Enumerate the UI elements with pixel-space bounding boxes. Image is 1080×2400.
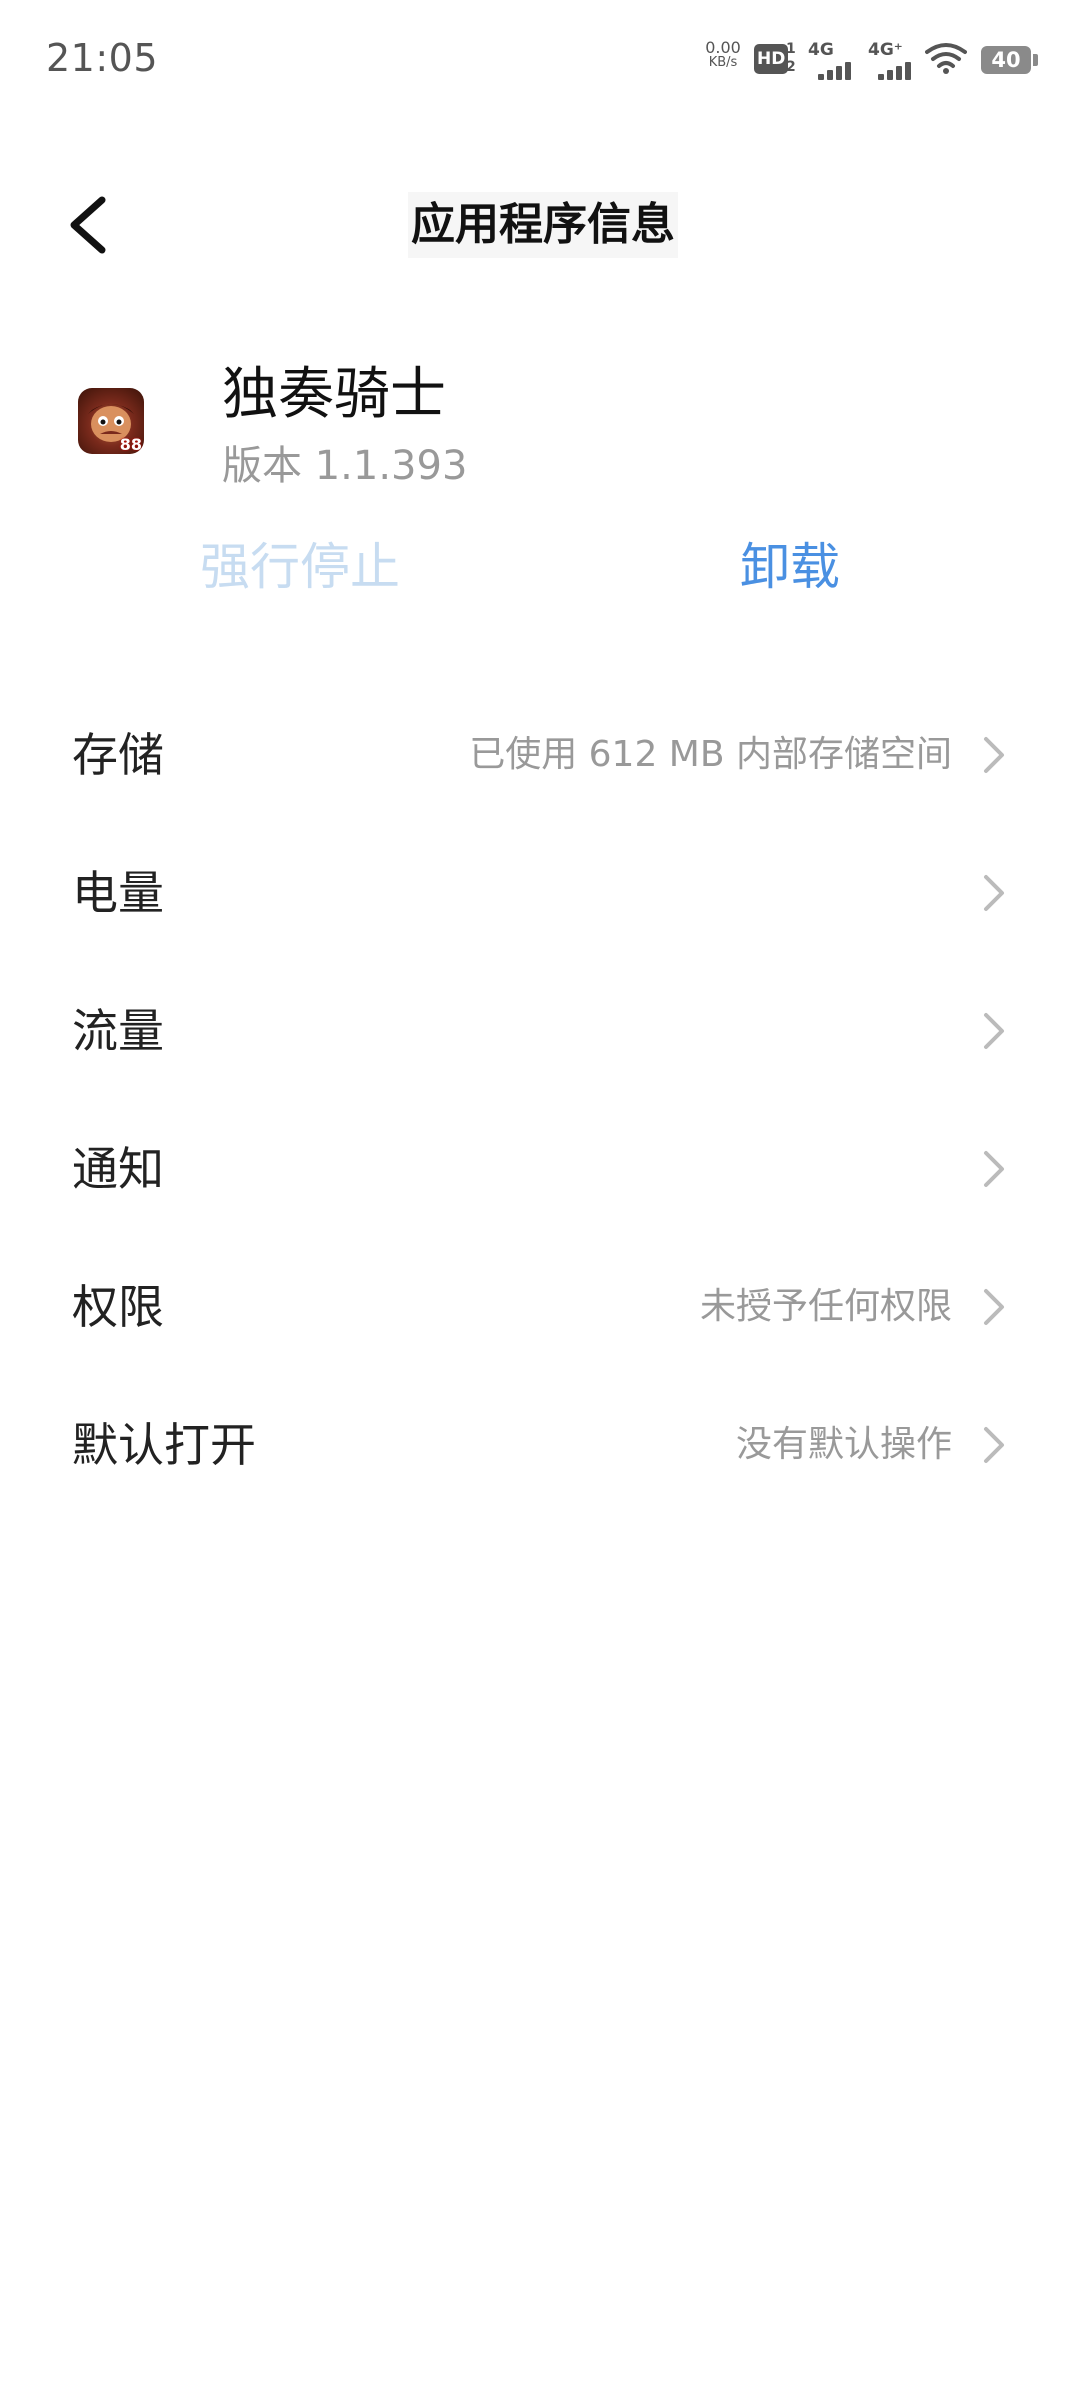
chevron-right-icon [984, 1013, 1004, 1049]
settings-item-value: 已使用 612 MB 内部存储空间 [469, 734, 952, 775]
settings-item-label: 权限 [72, 1280, 164, 1334]
settings-item-open-by-default[interactable]: 默认打开 没有默认操作 [0, 1376, 1080, 1514]
network-speed-value: 0.00 [705, 38, 741, 57]
back-chevron-icon[interactable] [60, 190, 120, 260]
chevron-right-icon [984, 1289, 1004, 1325]
hd-icon: HD [754, 44, 789, 74]
sim2-label: 4G⁺ [868, 40, 903, 60]
settings-item-label: 流量 [72, 1004, 164, 1058]
settings-item-permissions[interactable]: 权限 未授予任何权限 [0, 1238, 1080, 1376]
network-speed: 0.00 KB/s [698, 38, 748, 71]
sim2-signal-icon: 4G⁺ [868, 40, 920, 80]
settings-item-label: 默认打开 [72, 1418, 256, 1472]
settings-item-notifications[interactable]: 通知 [0, 1100, 1080, 1238]
settings-item-storage[interactable]: 存储 已使用 612 MB 内部存储空间 [0, 686, 1080, 824]
network-speed-unit: KB/s [708, 55, 738, 70]
page-title: 应用程序信息 [408, 192, 678, 258]
settings-item-value: 没有默认操作 [735, 1424, 952, 1465]
signal-bars-icon [818, 60, 858, 80]
chevron-right-icon [984, 1151, 1004, 1187]
app-icon: 88 [78, 388, 144, 454]
chevron-right-icon [984, 737, 1004, 773]
chevron-right-icon [984, 875, 1004, 911]
status-bar: 21:05 0.00 KB/s HD 1 2 4G 4G⁺ 40 [0, 0, 1080, 120]
app-info-screen: 21:05 0.00 KB/s HD 1 2 4G 4G⁺ 40 应用程序信息 … [0, 0, 1080, 2400]
app-version: 版本 1.1.393 [222, 443, 468, 489]
wifi-icon [925, 43, 967, 74]
chevron-right-icon [984, 1427, 1004, 1463]
hd-sub-bottom: 2 [786, 59, 796, 75]
battery-tip [1033, 54, 1038, 66]
settings-item-data-usage[interactable]: 流量 [0, 962, 1080, 1100]
settings-item-battery[interactable]: 电量 [0, 824, 1080, 962]
uninstall-button[interactable]: 卸载 [720, 532, 860, 602]
app-name: 独奏骑士 [222, 362, 446, 427]
settings-item-value: 未授予任何权限 [699, 1286, 952, 1327]
battery-icon: 40 [981, 46, 1031, 74]
app-icon-badge: 88 [119, 435, 142, 454]
signal-bars-icon [878, 60, 918, 80]
settings-item-label: 通知 [72, 1142, 164, 1196]
hd-sub-top: 1 [786, 41, 796, 57]
force-stop-button[interactable]: 强行停止 [180, 532, 420, 602]
sim1-signal-icon: 4G [808, 40, 860, 80]
hd-sub-label: 1 2 [786, 40, 796, 76]
status-time: 21:05 [46, 36, 159, 80]
settings-item-label: 电量 [72, 866, 164, 920]
sim1-label: 4G [808, 40, 834, 60]
settings-item-label: 存储 [72, 728, 164, 782]
